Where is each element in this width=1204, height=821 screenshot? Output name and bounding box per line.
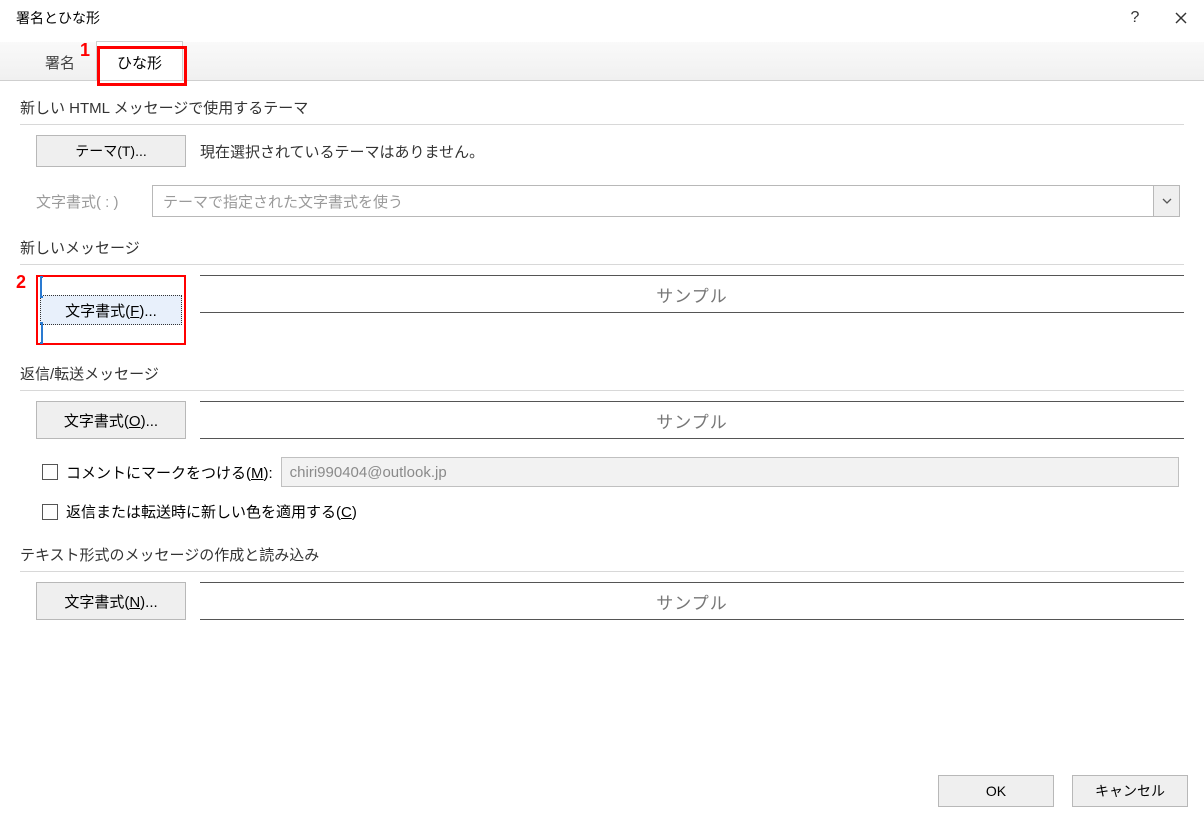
checkbox-color-label: 返信または転送時に新しい色を適用する(C) [66, 501, 357, 522]
tab-stationery[interactable]: ひな形 [96, 41, 183, 81]
tab-strip: 署名 ひな形 [0, 36, 1204, 80]
dialog-footer: OK キャンセル [938, 775, 1188, 807]
help-button[interactable]: ? [1112, 0, 1158, 36]
sample-text: サンプル [200, 582, 1184, 620]
help-icon: ? [1131, 9, 1140, 27]
sample-reply: サンプル [200, 401, 1184, 439]
sample-reply-text: サンプル [210, 408, 1174, 433]
cancel-button[interactable]: キャンセル [1072, 775, 1188, 807]
theme-status-text: 現在選択されているテーマはありません。 [200, 141, 484, 162]
chevron-down-icon [1153, 186, 1179, 216]
annotation-label-1: 1 [80, 40, 90, 61]
sample-new-text: サンプル [210, 282, 1174, 307]
checkbox-mark-label: コメントにマークをつける(M): [66, 462, 273, 483]
sample-new: サンプル [200, 275, 1184, 313]
font-text-button-label: 文字書式(N)... [64, 591, 157, 612]
mark-value-text: chiri990404@outlook.jp [290, 464, 447, 481]
font-format-dropdown[interactable]: テーマで指定された文字書式を使う [152, 185, 1180, 217]
sample-text-text: サンプル [210, 589, 1174, 614]
divider [20, 124, 1184, 125]
annotation-box-2: 文字書式(F)... [36, 275, 186, 345]
theme-button[interactable]: テーマ(T)... [36, 135, 186, 167]
content-panel: 新しい HTML メッセージで使用するテーマ テーマ(T)... 現在選択されて… [0, 80, 1204, 620]
theme-button-label: テーマ(T)... [75, 143, 147, 159]
checkbox-mark-comments[interactable] [42, 464, 58, 480]
window-title: 署名とひな形 [16, 8, 1112, 28]
heading-reply: 返信/転送メッセージ [20, 363, 1184, 384]
titlebar: 署名とひな形 ? [0, 0, 1204, 36]
divider [20, 264, 1184, 265]
dropdown-text: テーマで指定された文字書式を使う [153, 191, 1153, 212]
font-reply-button[interactable]: 文字書式(O)... [36, 401, 186, 439]
font-text-button[interactable]: 文字書式(N)... [36, 582, 186, 620]
mark-value-field: chiri990404@outlook.jp [281, 457, 1179, 487]
divider [20, 571, 1184, 572]
close-icon [1175, 12, 1187, 24]
heading-new-message: 新しいメッセージ [20, 237, 1184, 258]
ok-button[interactable]: OK [938, 775, 1054, 807]
font-reply-button-label: 文字書式(O)... [64, 410, 158, 431]
divider [20, 390, 1184, 391]
annotation-label-2: 2 [16, 272, 26, 293]
heading-theme: 新しい HTML メッセージで使用するテーマ [20, 97, 1184, 118]
checkbox-apply-color[interactable] [42, 504, 58, 520]
heading-text-format: テキスト形式のメッセージの作成と読み込み [20, 544, 1184, 565]
font-new-button-label: 文字書式(F)... [65, 300, 157, 321]
close-button[interactable] [1158, 0, 1204, 36]
font-format-label: 文字書式( : ) [20, 191, 152, 212]
font-new-button[interactable]: 文字書式(F)... [40, 295, 182, 325]
